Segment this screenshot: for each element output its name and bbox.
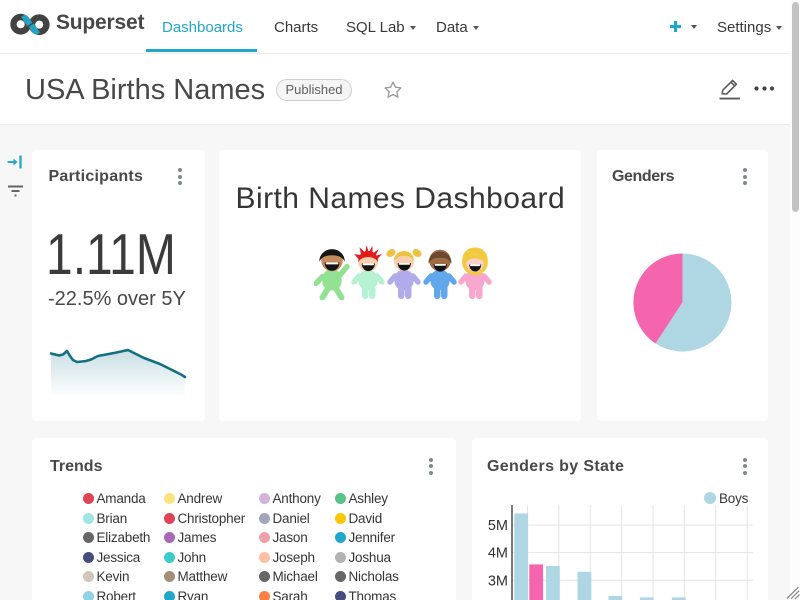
svg-text:3M: 3M	[488, 573, 508, 589]
svg-text:4M: 4M	[488, 546, 508, 562]
svg-text:5M: 5M	[488, 518, 508, 534]
